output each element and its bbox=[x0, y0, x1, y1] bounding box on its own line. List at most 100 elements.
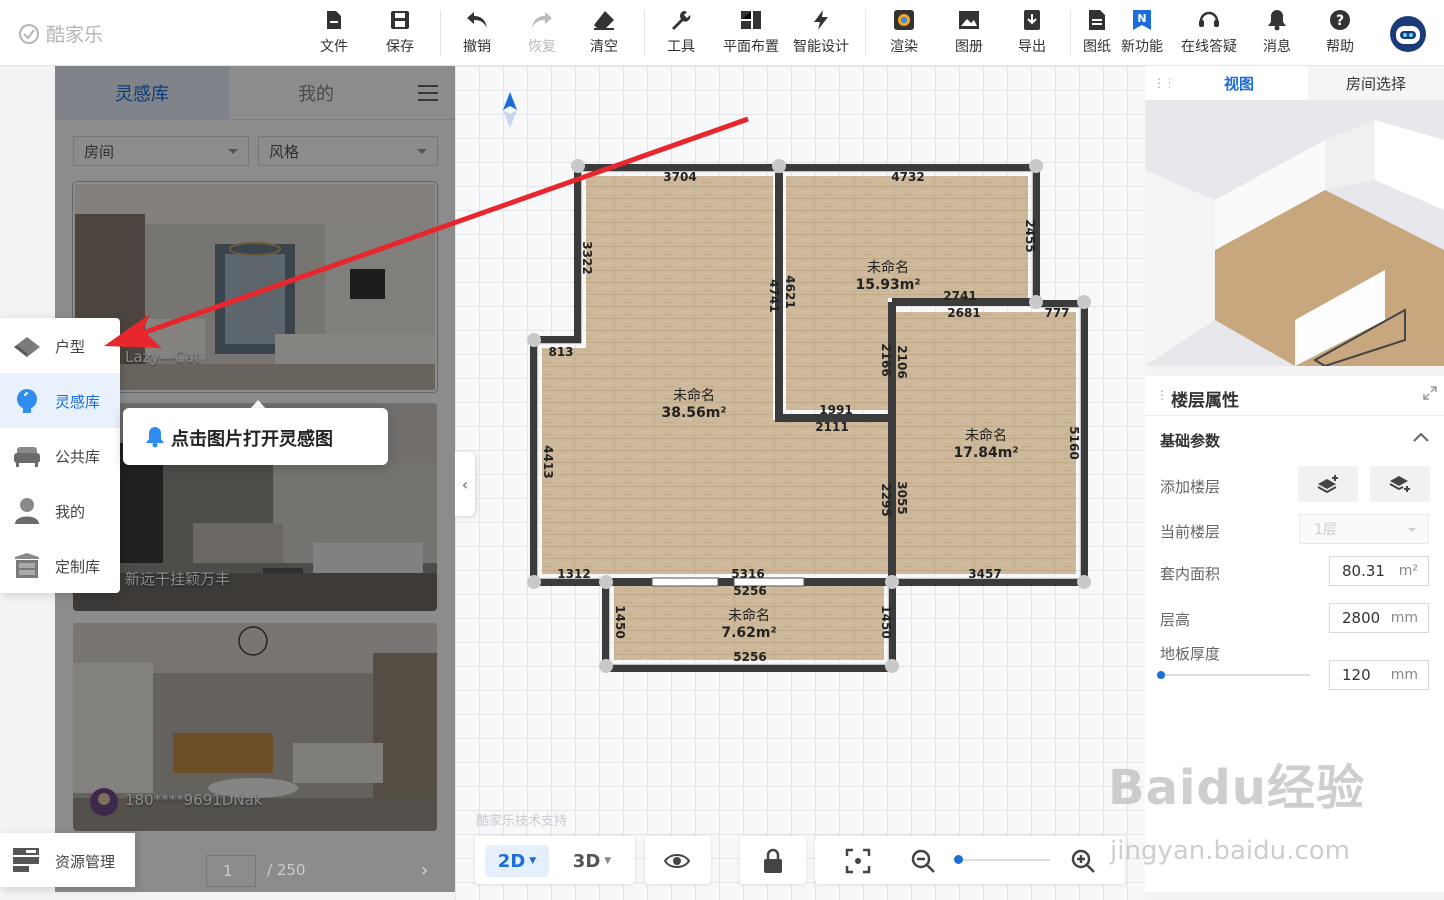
dimension-label: 2455 bbox=[1023, 219, 1037, 252]
expand-icon[interactable] bbox=[1423, 386, 1437, 400]
floor-height-value: 2800 bbox=[1342, 609, 1381, 627]
redo-label: 恢复 bbox=[528, 39, 556, 55]
room-name: 未命名 bbox=[965, 427, 1007, 444]
messages-label: 消息 bbox=[1263, 39, 1291, 55]
dimension-label: 4741 bbox=[767, 279, 781, 312]
tab-view[interactable]: 视图 bbox=[1170, 66, 1308, 100]
messages-button[interactable]: 消息 bbox=[1249, 8, 1305, 60]
inner-area-field[interactable]: 80.31 m² bbox=[1329, 556, 1429, 586]
help-button[interactable]: ? 帮助 bbox=[1312, 8, 1368, 60]
view-3d-button[interactable]: 3D ▼ bbox=[560, 845, 624, 877]
file-icon bbox=[322, 8, 346, 32]
zoom-out-icon[interactable] bbox=[910, 848, 936, 874]
inner-area-value: 80.31 bbox=[1342, 562, 1385, 580]
chevron-up-icon[interactable] bbox=[1413, 432, 1429, 442]
add-floor-label: 添加楼层 bbox=[1160, 478, 1221, 496]
redo-button[interactable]: 恢复 bbox=[514, 8, 570, 60]
view-panel: ⋮⋮ 视图 房间选择 bbox=[1145, 66, 1444, 366]
dimension-label: 2111 bbox=[815, 420, 848, 434]
cabinet-icon bbox=[15, 553, 39, 578]
nav-item-label: 定制库 bbox=[55, 558, 101, 576]
resource-manager-button[interactable]: 资源管理 bbox=[0, 833, 135, 887]
floor-height-label: 层高 bbox=[1160, 611, 1191, 629]
tab-mine[interactable]: 我的 bbox=[229, 66, 403, 120]
undo-label: 撤销 bbox=[463, 39, 491, 55]
app-logo[interactable]: 酷家乐 bbox=[18, 20, 103, 47]
export-button[interactable]: 导出 bbox=[1004, 8, 1060, 60]
clear-button[interactable]: 清空 bbox=[576, 8, 632, 60]
file-button[interactable]: 文件 bbox=[306, 8, 362, 60]
album-button[interactable]: 图册 bbox=[941, 8, 997, 60]
list-menu-icon[interactable] bbox=[417, 84, 439, 102]
eye-icon[interactable] bbox=[664, 848, 690, 874]
dimension-label: 2681 bbox=[947, 306, 980, 320]
nav-item-label: 我的 bbox=[55, 503, 86, 521]
page-input[interactable]: 1 bbox=[206, 855, 256, 887]
nav-item-label: 户型 bbox=[55, 338, 86, 356]
floor-thickness-slider[interactable] bbox=[1160, 674, 1310, 676]
dimension-label: 777 bbox=[1044, 306, 1069, 320]
eraser-icon bbox=[592, 8, 616, 32]
save-button[interactable]: 保存 bbox=[372, 8, 428, 60]
lightning-icon bbox=[809, 8, 833, 32]
card-author: 180****9691DNak bbox=[125, 791, 263, 809]
room-area: 7.62m² bbox=[721, 625, 776, 641]
floor-thickness-value: 120 bbox=[1342, 666, 1371, 684]
room-filter-select[interactable]: 房间 bbox=[73, 136, 249, 166]
smart-design-button[interactable]: 智能设计 bbox=[786, 8, 856, 60]
next-page-button[interactable]: › bbox=[421, 860, 428, 881]
user-icon bbox=[15, 498, 39, 524]
album-icon bbox=[957, 8, 981, 32]
online-support-button[interactable]: 在线答疑 bbox=[1174, 8, 1244, 60]
floor-height-field[interactable]: 2800 mm bbox=[1329, 603, 1429, 633]
render-button[interactable]: 渲染 bbox=[876, 8, 932, 60]
add-floor-above-button[interactable] bbox=[1298, 466, 1358, 502]
floor-thickness-field[interactable]: 120 mm bbox=[1329, 660, 1429, 690]
3d-preview[interactable] bbox=[1145, 100, 1444, 366]
page-total: / 250 bbox=[267, 861, 306, 879]
nav-item-label: 灵感库 bbox=[55, 393, 101, 411]
catalog-tabs: 灵感库 我的 bbox=[55, 66, 455, 120]
style-filter-select[interactable]: 风格 bbox=[258, 136, 438, 166]
nav-item-inspiration[interactable]: 灵感库 bbox=[0, 373, 120, 428]
current-floor-select[interactable]: 1层 bbox=[1299, 514, 1429, 544]
add-floor-below-button[interactable] bbox=[1370, 466, 1430, 502]
zoom-slider-handle[interactable] bbox=[954, 855, 963, 864]
tab-room-select[interactable]: 房间选择 bbox=[1308, 66, 1444, 100]
wrench-icon bbox=[669, 8, 693, 32]
dimension-label: 3055 bbox=[895, 481, 909, 514]
undo-button[interactable]: 撤销 bbox=[449, 8, 505, 60]
nav-item-label: 公共库 bbox=[55, 448, 101, 466]
view-2d-button[interactable]: 2D ▼ bbox=[485, 845, 549, 877]
nav-item-floorplan[interactable]: 户型 bbox=[0, 318, 120, 373]
dimension-label: 1312 bbox=[557, 567, 590, 581]
inspiration-card[interactable]: Lazy—Cat bbox=[73, 182, 437, 392]
zoom-slider[interactable] bbox=[956, 859, 1050, 861]
collapse-left-panel-button[interactable]: ‹ bbox=[455, 452, 475, 516]
floor-plan[interactable]: 未命名38.56m²未命名15.93m²未命名17.84m²未命名7.62m² … bbox=[520, 150, 1100, 680]
style-filter-label: 风格 bbox=[269, 142, 300, 161]
nav-item-public-library[interactable]: 公共库 bbox=[0, 428, 120, 483]
save-icon bbox=[388, 8, 412, 32]
nav-item-mine[interactable]: 我的 bbox=[0, 483, 120, 538]
dimension-label: 4413 bbox=[541, 445, 555, 478]
drag-handle-icon[interactable]: ⋮ bbox=[1156, 388, 1168, 402]
zoom-in-icon[interactable] bbox=[1070, 848, 1096, 874]
lock-icon[interactable] bbox=[760, 848, 786, 874]
layout-button[interactable]: 平面布置 bbox=[716, 8, 786, 60]
room-name: 未命名 bbox=[673, 387, 715, 404]
floor-thickness-slider-handle[interactable] bbox=[1157, 671, 1165, 679]
caret-down-icon bbox=[228, 149, 238, 154]
tools-button[interactable]: 工具 bbox=[653, 8, 709, 60]
fit-view-icon[interactable] bbox=[845, 848, 871, 874]
dimension-label: 3322 bbox=[580, 241, 594, 274]
dimension-label: 5160 bbox=[1067, 426, 1081, 459]
new-feature-button[interactable]: N 新功能 bbox=[1114, 8, 1170, 60]
inspiration-card[interactable]: 180****9691DNak bbox=[73, 623, 437, 831]
dimension-label: 5316 bbox=[731, 567, 764, 581]
nav-item-custom-library[interactable]: 定制库 bbox=[0, 538, 120, 593]
user-avatar[interactable] bbox=[1390, 16, 1426, 52]
tab-inspiration[interactable]: 灵感库 bbox=[55, 66, 229, 120]
online-support-label: 在线答疑 bbox=[1181, 39, 1237, 55]
card-author: Lazy—Cat bbox=[125, 348, 200, 366]
